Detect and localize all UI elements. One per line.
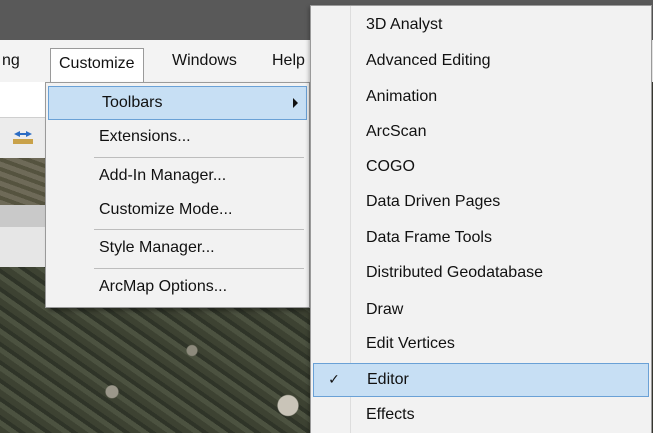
menu-extensions[interactable]: Extensions... [46, 120, 309, 154]
menu-item-windows[interactable]: Windows [172, 40, 237, 82]
toolbar-arcscan[interactable]: ArcScan [311, 115, 651, 149]
dock-panel [0, 227, 48, 267]
toolbar-distributed-geodatabase[interactable]: Distributed Geodatabase [311, 256, 651, 290]
toolbar-editor-label: Editor [367, 371, 409, 388]
menu-separator [94, 157, 304, 158]
menu-item-help[interactable]: Help [272, 40, 305, 82]
dock-strip [0, 205, 48, 227]
toolbar-3d-analyst[interactable]: 3D Analyst [311, 8, 651, 42]
toolbar-area [0, 82, 48, 118]
menu-toolbars-label: Toolbars [102, 94, 163, 111]
menu-separator [94, 229, 304, 230]
toolbar-data-driven-pages[interactable]: Data Driven Pages [311, 185, 651, 219]
menu-arcmap-options[interactable]: ArcMap Options... [46, 270, 309, 304]
toolbars-submenu: 3D Analyst Advanced Editing Animation Ar… [310, 5, 652, 433]
menu-item-customize[interactable]: Customize [50, 48, 144, 83]
submenu-arrow-icon [293, 98, 298, 108]
toolbar-effects[interactable]: Effects [311, 398, 651, 432]
menu-add-in-manager[interactable]: Add-In Manager... [46, 159, 309, 193]
toolbar-cogo[interactable]: COGO [311, 150, 651, 184]
menu-toolbars[interactable]: Toolbars [48, 86, 307, 120]
pan-arrows-icon[interactable] [12, 128, 34, 146]
customize-dropdown: Toolbars Extensions... Add-In Manager...… [45, 82, 310, 308]
menu-style-manager[interactable]: Style Manager... [46, 231, 309, 265]
toolbar-advanced-editing[interactable]: Advanced Editing [311, 44, 651, 78]
toolbar-editor[interactable]: ✓ Editor [313, 363, 649, 397]
checkmark-icon: ✓ [328, 372, 340, 388]
menu-item-partial[interactable]: ng [2, 40, 20, 82]
toolbar-edit-vertices[interactable]: Edit Vertices [311, 327, 651, 361]
toolbar-draw[interactable]: Draw [311, 293, 651, 327]
toolbar-data-frame-tools[interactable]: Data Frame Tools [311, 221, 651, 255]
menu-separator [94, 268, 304, 269]
map-thumbnail [0, 158, 48, 205]
toolbar-animation[interactable]: Animation [311, 80, 651, 114]
menu-customize-mode[interactable]: Customize Mode... [46, 193, 309, 227]
